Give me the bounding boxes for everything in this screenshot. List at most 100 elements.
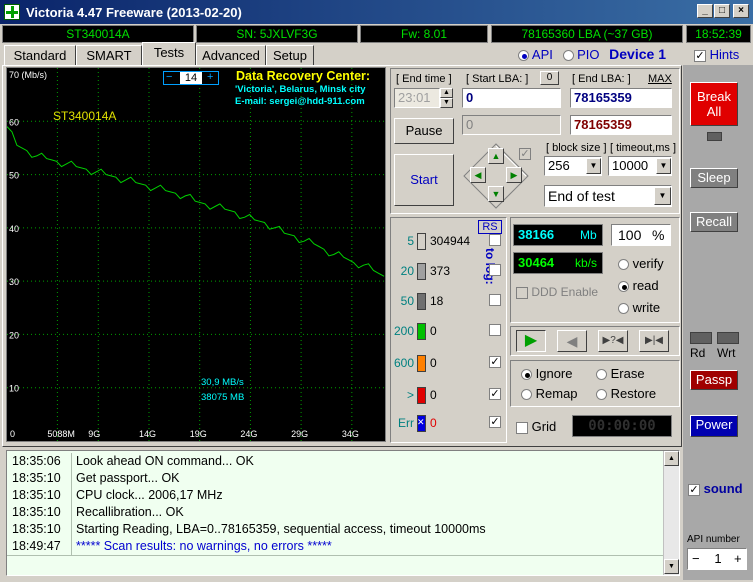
end-time-up-icon[interactable]: ▲ (440, 88, 453, 98)
passport-button[interactable]: Passp (690, 370, 738, 390)
restore-radio[interactable] (596, 389, 607, 401)
block-log-checkbox[interactable]: ✓ (489, 388, 501, 400)
api-minus-button[interactable]: − (692, 551, 700, 566)
scroll-up-icon[interactable]: ▲ (664, 451, 679, 466)
ddd-checkbox[interactable] (516, 286, 528, 299)
hints-checkbox[interactable]: ✓ (694, 49, 706, 62)
read-option[interactable]: read (618, 278, 659, 293)
mb-value: 38166 (518, 227, 555, 242)
device-label: Device 1 (609, 46, 666, 62)
write-option[interactable]: write (618, 300, 660, 315)
log-panel[interactable]: 18:35:06 Look ahead ON command... OK 18:35… (6, 450, 680, 576)
block-log-checkbox[interactable] (489, 264, 501, 276)
write-radio[interactable] (618, 303, 629, 315)
block-log-checkbox[interactable] (489, 234, 501, 246)
skip-bad-icon[interactable]: ▶?◀ (598, 330, 628, 352)
timeout-dropdown-icon[interactable]: ▼ (656, 158, 671, 174)
tab-smart[interactable]: SMART (76, 45, 142, 66)
api-plus-button[interactable]: + (734, 551, 742, 566)
x-tick-label: 14G (139, 429, 156, 439)
tab-advanced[interactable]: Advanced (196, 45, 266, 66)
api-number-value[interactable]: 1 (708, 551, 728, 566)
block-log-checkbox[interactable]: ✓ (489, 416, 501, 428)
sound-checkbox[interactable]: ✓ (688, 483, 700, 496)
break-all-button[interactable]: Break All (690, 82, 738, 126)
scale-value[interactable]: 14 (180, 72, 202, 84)
maximize-button[interactable]: □ (714, 4, 730, 18)
sleep-button[interactable]: Sleep (690, 168, 738, 188)
block-log-checkbox[interactable]: ✓ (489, 356, 501, 368)
start-lba-reset-button[interactable]: 0 (540, 71, 559, 85)
y-tick-label: 60 (9, 117, 19, 127)
start-lba-input[interactable]: 0 (462, 88, 561, 108)
drc-email[interactable]: E-mail: sergei@hdd-911.com (235, 96, 365, 107)
grid-checkbox[interactable] (516, 421, 528, 434)
arrow-left-icon[interactable]: ◀ (470, 167, 486, 183)
direction-lock-checkbox[interactable]: ✓ (519, 147, 531, 160)
minimize-button[interactable]: _ (697, 4, 713, 18)
sound-option[interactable]: ✓ sound (688, 481, 743, 496)
tab-tests[interactable]: Tests (142, 42, 196, 66)
erase-radio[interactable] (596, 369, 607, 381)
graph-y-label: 70 (Mb/s) (9, 70, 48, 80)
remap-option[interactable]: Remap (521, 386, 578, 401)
scale-plus-button[interactable]: + (207, 71, 213, 83)
ignore-radio[interactable] (521, 369, 532, 381)
pause-button[interactable]: Pause (394, 118, 454, 144)
block-stat-color-swatch (417, 323, 426, 340)
verify-option[interactable]: verify (618, 256, 664, 271)
arrow-down-icon[interactable]: ▼ (488, 186, 504, 202)
arrow-right-icon[interactable]: ▶ (506, 167, 522, 183)
window-title: Victoria 4.47 Freeware (2013-02-20) (26, 5, 242, 20)
end-lba-input[interactable]: 78165359 (570, 88, 672, 108)
y-tick-label: 40 (9, 224, 19, 234)
current-lba-field: 0 (462, 115, 561, 135)
verify-radio[interactable] (618, 259, 629, 271)
block-stat-row: 600 0 ✓ (392, 354, 507, 376)
remap-radio[interactable] (521, 389, 532, 401)
erase-option[interactable]: Erase (596, 366, 645, 381)
arrow-up-icon[interactable]: ▲ (488, 148, 504, 164)
block-log-checkbox[interactable] (489, 324, 501, 336)
block-log-checkbox[interactable] (489, 294, 501, 306)
goto-end-icon[interactable]: ▶|◀ (639, 330, 669, 352)
close-button[interactable]: × (733, 4, 749, 18)
recall-button[interactable]: Recall (690, 212, 738, 232)
pio-radio[interactable] (562, 50, 574, 62)
tab-setup[interactable]: Setup (266, 45, 314, 66)
block-stat-row: >0 ✓ (392, 386, 507, 408)
verify-label: verify (632, 256, 664, 271)
max-lba-button[interactable]: MAX (648, 73, 672, 85)
block-stat-threshold: 20 (400, 264, 414, 278)
tab-standard[interactable]: Standard (4, 45, 76, 66)
power-button[interactable]: Power (690, 415, 738, 437)
title-bar[interactable]: Victoria 4.47 Freeware (2013-02-20) _ □ … (0, 0, 753, 24)
start-button[interactable]: Start (394, 154, 454, 206)
graph-drive-label: ST340014A (53, 109, 117, 123)
end-time-down-icon[interactable]: ▼ (440, 98, 453, 108)
read-radio[interactable] (618, 281, 629, 293)
log-message: Recallibration... OK (76, 505, 184, 519)
scale-minus-button[interactable]: − (166, 71, 172, 83)
play-forward-icon[interactable]: ▶ (516, 330, 546, 352)
end-time-input[interactable]: 23:01 (394, 88, 440, 108)
api-radio[interactable] (518, 50, 529, 62)
api-label: API (531, 47, 553, 62)
rd-label: Rd (690, 346, 706, 360)
log-scrollbar[interactable]: ▲ ▼ (663, 451, 679, 575)
speed-series-line (7, 126, 385, 277)
log-separator (71, 470, 72, 487)
log-time: 18:35:06 (12, 454, 61, 468)
play-backward-icon[interactable]: ◀ (557, 330, 587, 352)
restore-option[interactable]: Restore (596, 386, 656, 401)
grid-option[interactable]: Grid (516, 419, 556, 434)
block-size-dropdown-icon[interactable]: ▼ (586, 158, 601, 174)
log-entry: 18:35:10 Starting Reading, LBA=0..7816535… (7, 521, 663, 538)
ignore-option[interactable]: Ignore (521, 366, 573, 381)
side-panel (683, 65, 753, 580)
x-tick-label: 5088M (47, 429, 75, 439)
end-mode-select[interactable]: End of test (544, 185, 672, 207)
break-all-label: Break All (697, 89, 731, 119)
scroll-down-icon[interactable]: ▼ (664, 559, 679, 574)
end-mode-dropdown-icon[interactable]: ▼ (654, 187, 671, 205)
